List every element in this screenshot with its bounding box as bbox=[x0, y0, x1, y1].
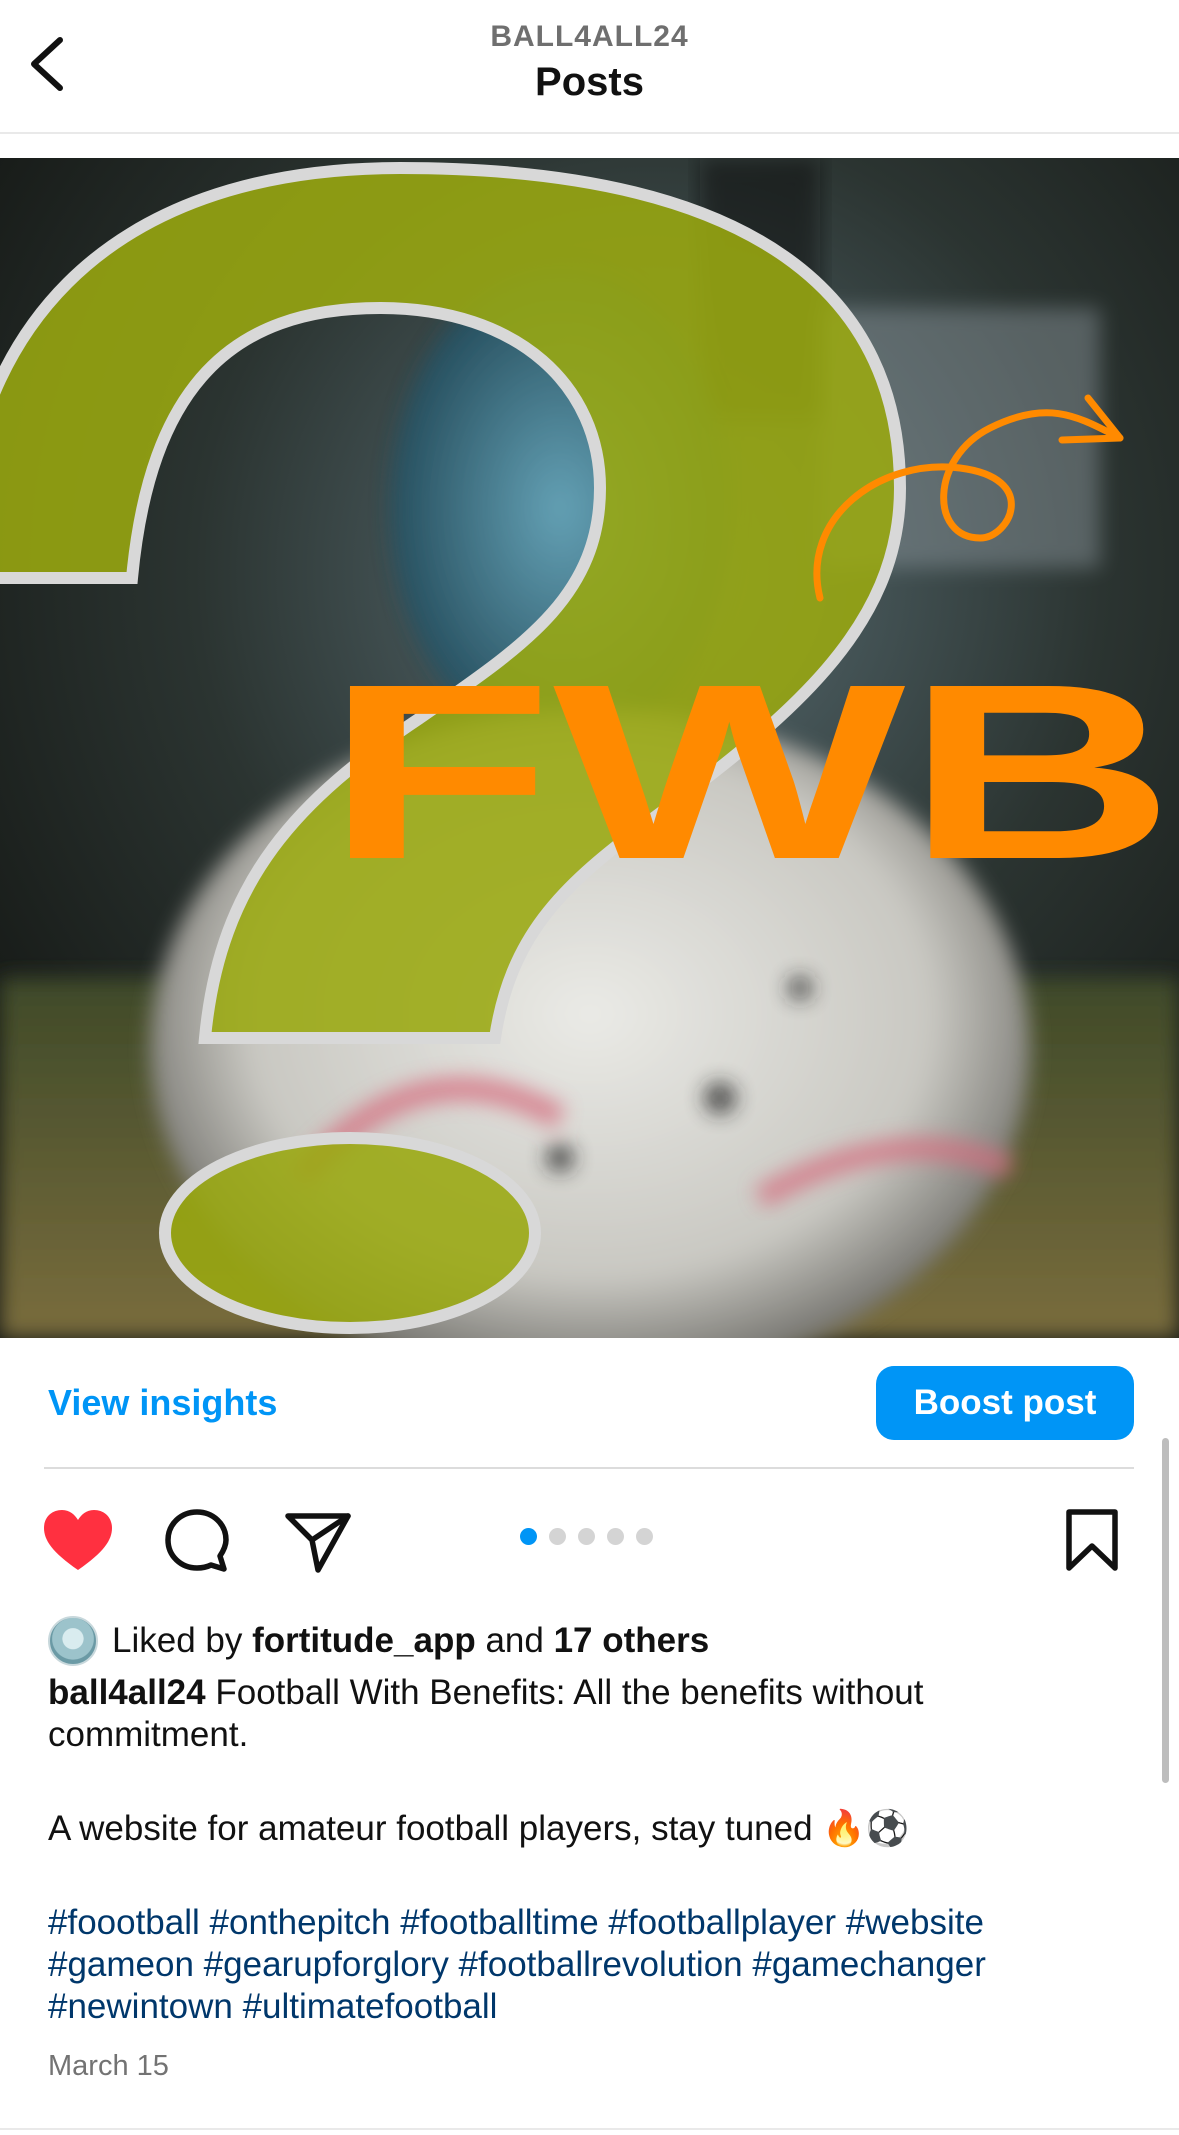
post-image[interactable]: FWB bbox=[0, 158, 1179, 1338]
share-button[interactable] bbox=[284, 1508, 352, 1574]
comment-button[interactable] bbox=[164, 1508, 230, 1574]
likes-prefix: Liked by bbox=[112, 1621, 243, 1660]
insights-row: View insights Boost post bbox=[0, 1338, 1179, 1468]
comment-icon bbox=[165, 1509, 229, 1572]
post-detail-screen: BALL4ALL24 Posts FWB View insights Boost… bbox=[0, 0, 1179, 2135]
save-button[interactable] bbox=[1064, 1508, 1120, 1574]
likes-conjunction: and bbox=[485, 1621, 544, 1660]
likes-summary[interactable]: Liked by fortitude_app and 17 others bbox=[48, 1614, 709, 1668]
caption-hashtags[interactable]: #foootball #onthepitch #footballtime #fo… bbox=[48, 1902, 1128, 2028]
likes-others[interactable]: 17 others bbox=[554, 1621, 710, 1661]
post-date: March 15 bbox=[48, 2050, 169, 2082]
account-handle: BALL4ALL24 bbox=[490, 20, 689, 53]
divider bbox=[44, 1467, 1134, 1469]
page-title: Posts bbox=[535, 60, 644, 104]
view-insights-link[interactable]: View insights bbox=[48, 1382, 277, 1424]
carousel-dot bbox=[549, 1527, 566, 1545]
post-caption: ball4all24 Football With Benefits: All t… bbox=[48, 1672, 1128, 2028]
carousel-dot bbox=[607, 1527, 624, 1545]
top-nav-bar: BALL4ALL24 Posts bbox=[0, 0, 1179, 134]
bookmark-icon bbox=[1066, 1509, 1118, 1571]
carousel-indicator bbox=[520, 1526, 653, 1546]
caption-line-2: A website for amateur football players, … bbox=[48, 1809, 910, 1848]
heart-filled-icon bbox=[44, 1510, 112, 1570]
caption-username[interactable]: ball4all24 bbox=[48, 1673, 206, 1712]
liker-username[interactable]: fortitude_app bbox=[252, 1621, 476, 1661]
divider bbox=[0, 2128, 1179, 2130]
carousel-dot bbox=[636, 1527, 653, 1545]
avatar bbox=[48, 1616, 98, 1666]
send-icon bbox=[285, 1513, 351, 1573]
scrollbar[interactable] bbox=[1162, 1438, 1169, 1783]
post-overlay-text: FWB bbox=[325, 632, 1175, 911]
boost-post-button[interactable]: Boost post bbox=[876, 1366, 1134, 1440]
carousel-dot bbox=[578, 1527, 595, 1545]
carousel-dot-active bbox=[520, 1527, 537, 1545]
like-button[interactable] bbox=[42, 1508, 114, 1574]
post-image-graphic: FWB bbox=[0, 158, 1179, 1338]
